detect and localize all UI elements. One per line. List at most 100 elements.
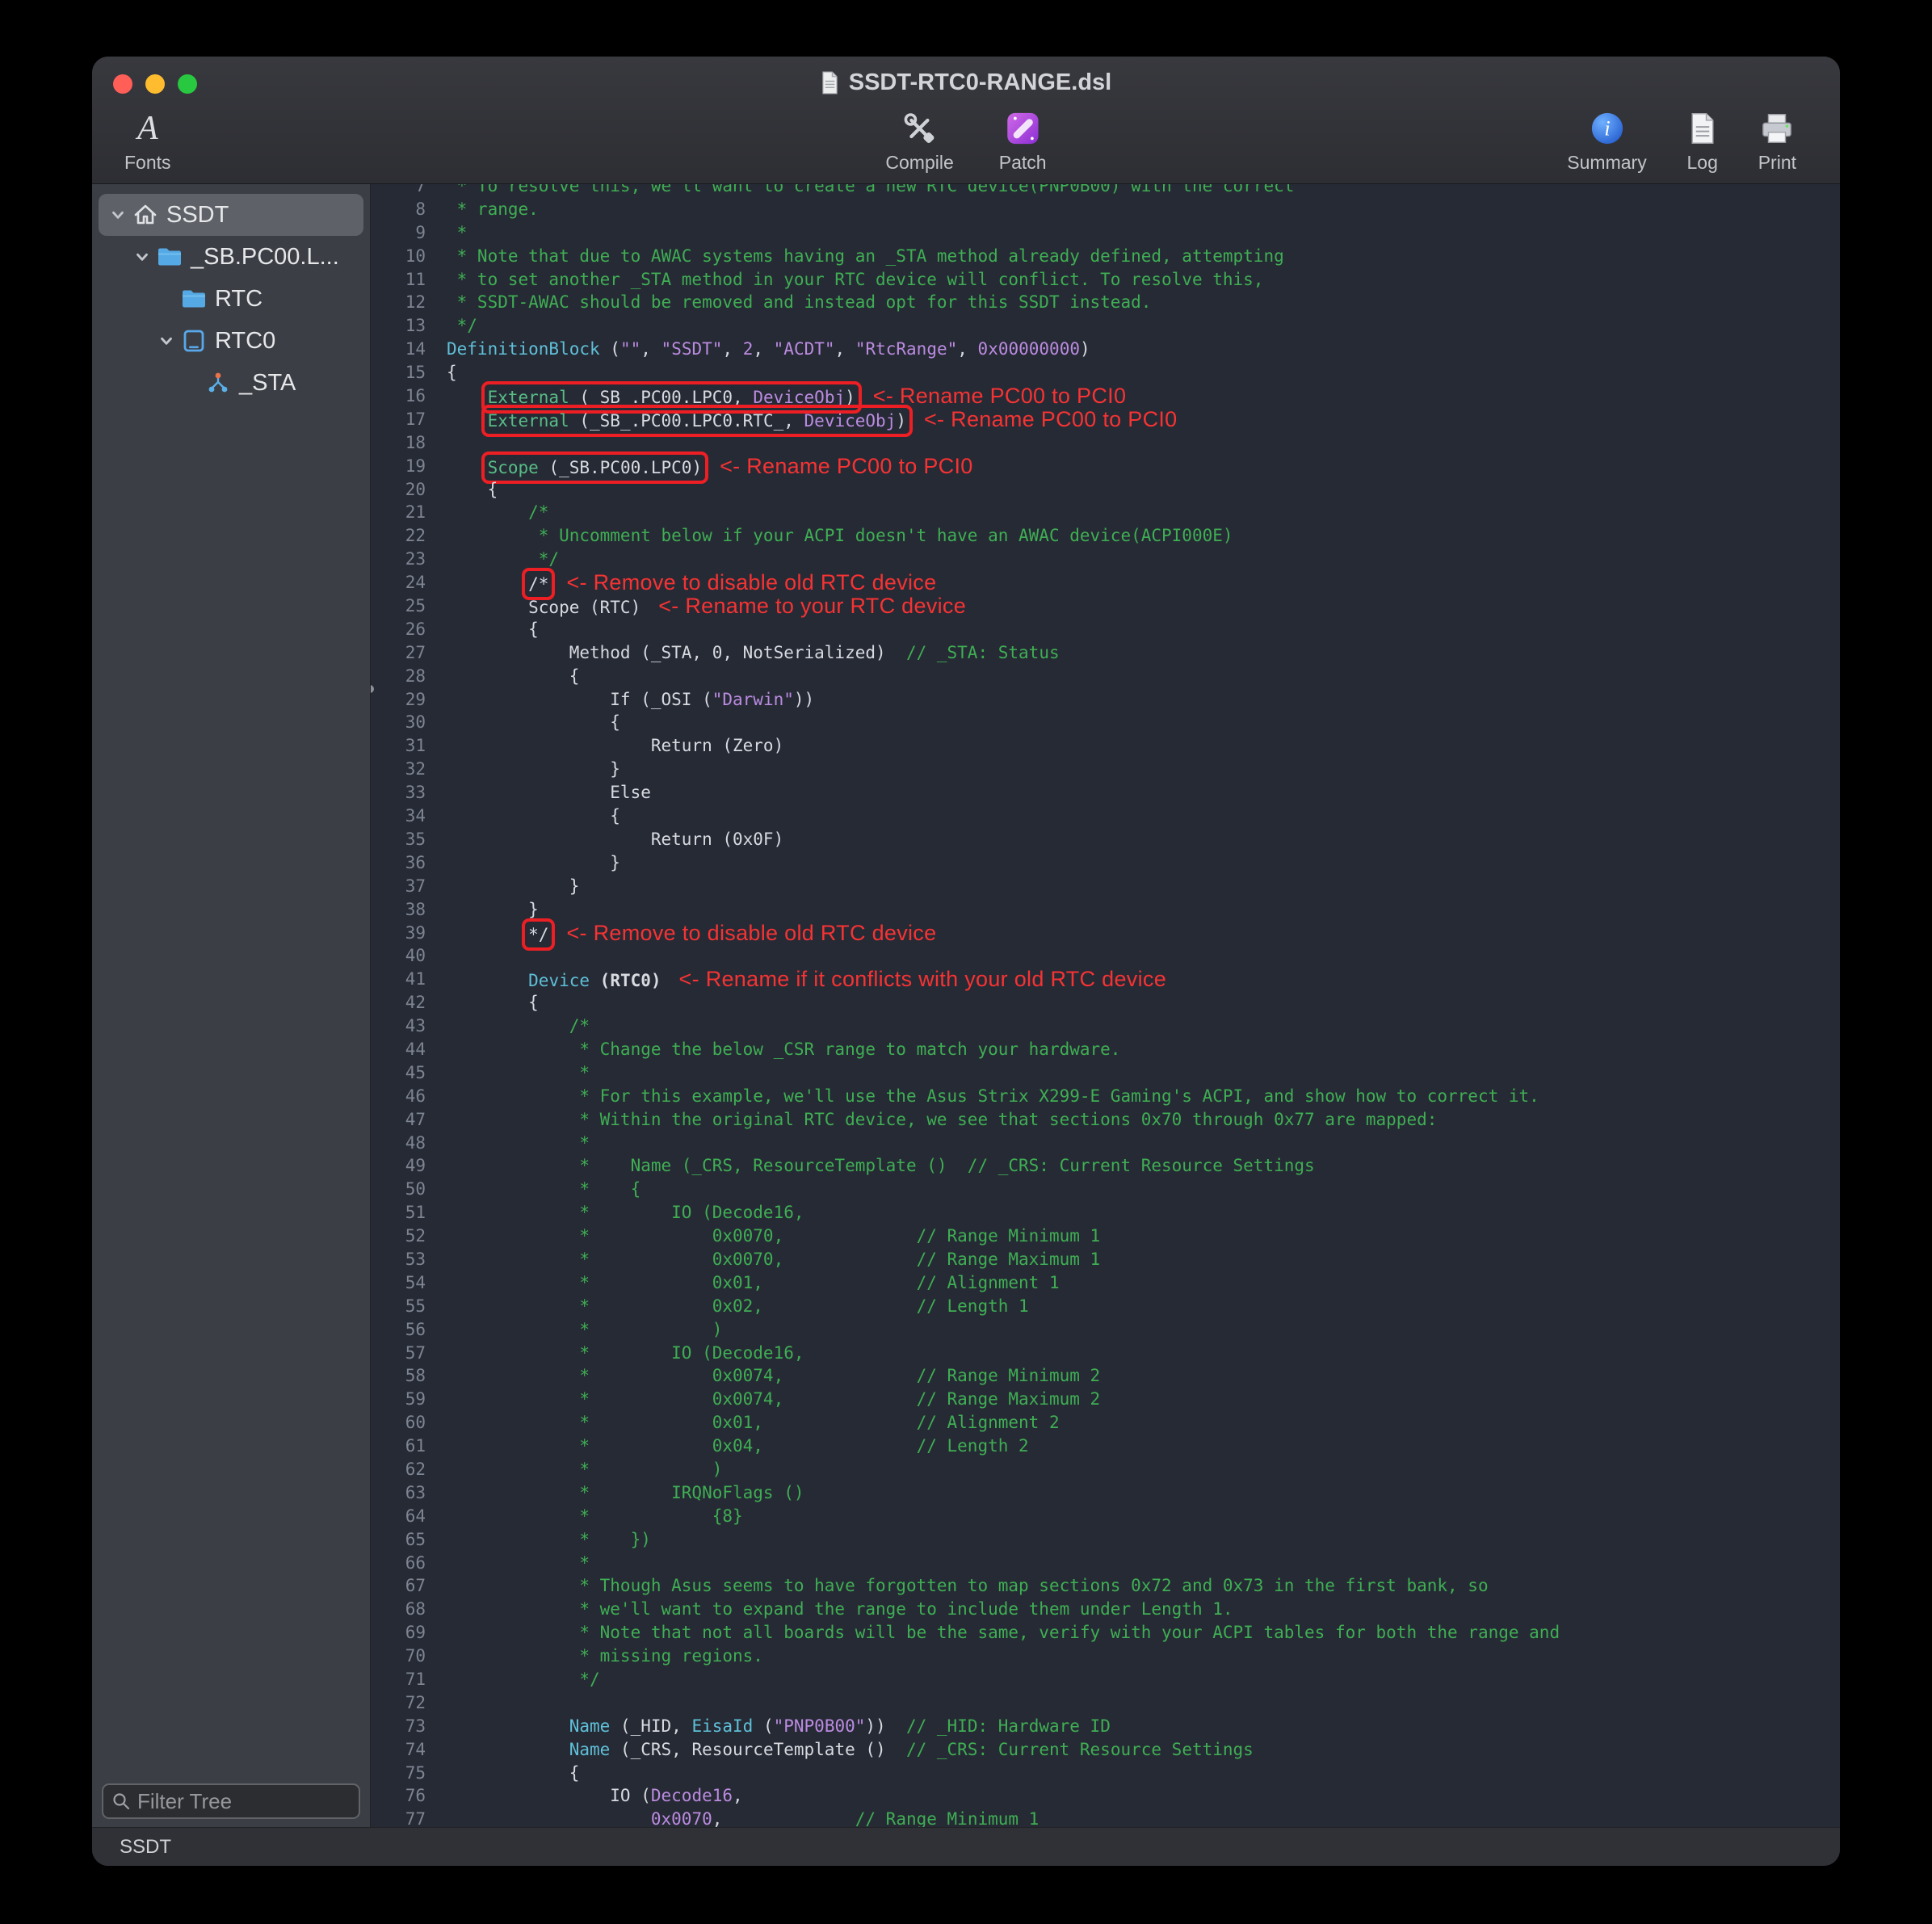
- code-editor[interactable]: 7 * To resolve this, we'll want to creat…: [371, 184, 1840, 1827]
- sidebar-item-sta[interactable]: _STA: [99, 362, 363, 404]
- code-line-text: * {: [435, 1178, 640, 1201]
- code-line-text: * For this example, we'll use the Asus S…: [435, 1085, 1539, 1108]
- code-line-59: 59 * 0x0074, // Range Maximum 2: [371, 1388, 1840, 1411]
- chevron-down-icon[interactable]: [107, 206, 129, 224]
- code-line-text: * ): [435, 1318, 722, 1342]
- code-line-text: */<- Remove to disable old RTC device: [435, 922, 936, 945]
- code-line-text: 0x0070, // Range Minimum 1: [435, 1808, 1039, 1827]
- code-line-text: * we'll want to expand the range to incl…: [435, 1598, 1233, 1621]
- line-number: 57: [371, 1342, 435, 1365]
- code-token: "PNP0B00": [774, 1716, 866, 1736]
- code-token: (_HID,: [610, 1716, 691, 1736]
- line-number: 52: [371, 1225, 435, 1248]
- code-line-65: 65 * }): [371, 1528, 1840, 1552]
- line-number: 16: [371, 384, 435, 408]
- code-line-text: {: [435, 361, 457, 384]
- code-line-70: 70 * missing regions.: [371, 1645, 1840, 1668]
- annotation-box: Scope (_SB.PC00.LPC0): [488, 458, 703, 477]
- line-number: 17: [371, 408, 435, 431]
- line-number: 35: [371, 828, 435, 851]
- code-token: // Range Minimum 1: [855, 1809, 1040, 1827]
- code-line-text: }: [435, 758, 620, 781]
- line-number: 67: [371, 1574, 435, 1598]
- annotation-box: /*: [528, 574, 548, 594]
- line-number: 26: [371, 618, 435, 641]
- sidebar-item-label: SSDT: [166, 202, 229, 229]
- code-line-text: {: [435, 618, 539, 641]
- code-line-11: 11 * to set another _STA method in your …: [371, 268, 1840, 292]
- code-token: ,: [733, 1786, 743, 1805]
- code-token: Scope (RTC): [447, 598, 640, 617]
- print-button[interactable]: Print: [1758, 108, 1796, 172]
- line-number: 49: [371, 1154, 435, 1178]
- summary-button[interactable]: i Summary: [1567, 108, 1646, 172]
- line-number: 24: [371, 571, 435, 594]
- code-line-text: *: [435, 1552, 590, 1575]
- compile-button[interactable]: Compile: [885, 108, 953, 172]
- line-number: 76: [371, 1784, 435, 1808]
- line-number: 7: [371, 184, 435, 198]
- code-token: {: [447, 620, 539, 639]
- chevron-down-icon[interactable]: [155, 332, 178, 350]
- sidebar-item-label: RTC: [215, 286, 262, 313]
- filter-tree-field: [102, 1783, 360, 1819]
- code-line-text: * }): [435, 1528, 651, 1552]
- code-token: )): [865, 1716, 906, 1736]
- code-token: [447, 574, 528, 594]
- code-token: {: [447, 1763, 579, 1783]
- sidebar-item-ssdt[interactable]: SSDT: [99, 194, 363, 236]
- log-button[interactable]: Log: [1686, 108, 1720, 172]
- code-line-28: 28 {: [371, 665, 1840, 688]
- code-line-text: * 0x04, // Length 2: [435, 1435, 1029, 1458]
- sidebar-item-rtc[interactable]: RTC: [99, 278, 363, 320]
- code-line-49: 49 * Name (_CRS, ResourceTemplate () // …: [371, 1154, 1840, 1178]
- filter-tree-input[interactable]: [137, 1789, 408, 1814]
- line-number: 29: [371, 688, 435, 712]
- code-token: * }): [447, 1530, 651, 1549]
- line-number: 74: [371, 1738, 435, 1762]
- code-token: [447, 1716, 569, 1736]
- line-number: 65: [371, 1528, 435, 1552]
- code-token: // _CRS: Current Resource Settings: [906, 1740, 1254, 1759]
- line-number: 14: [371, 338, 435, 361]
- code-token: [447, 458, 488, 477]
- code-line-26: 26 {: [371, 618, 1840, 641]
- fonts-button[interactable]: A Fonts: [124, 108, 171, 172]
- patch-button[interactable]: Patch: [999, 108, 1047, 172]
- code-token: [447, 388, 488, 407]
- folder-icon: [178, 285, 210, 313]
- line-number: 32: [371, 758, 435, 781]
- sidebar-item-sb-pc00-l[interactable]: _SB.PC00.L...: [99, 236, 363, 278]
- line-number: 58: [371, 1364, 435, 1388]
- code-token: IO (: [447, 1786, 651, 1805]
- code-token: * 0x0070, // Range Minimum 1: [447, 1226, 1100, 1246]
- line-number: 56: [371, 1318, 435, 1342]
- code-token: */: [528, 925, 548, 944]
- code-line-72: 72: [371, 1691, 1840, 1715]
- chevron-down-icon[interactable]: [131, 248, 153, 266]
- code-line-63: 63 * IRQNoFlags (): [371, 1481, 1840, 1505]
- code-line-9: 9 *: [371, 221, 1840, 245]
- code-token: ): [896, 411, 906, 431]
- code-token: *: [447, 1133, 590, 1153]
- line-number: 69: [371, 1621, 435, 1645]
- code-token: */: [447, 549, 559, 569]
- code-line-71: 71 */: [371, 1668, 1840, 1691]
- code-token: * IO (Decode16,: [447, 1343, 804, 1363]
- code-line-text: * Uncomment below if your ACPI doesn't h…: [435, 524, 1233, 548]
- code-line-text: Scope (_SB.PC00.LPC0)<- Rename PC00 to P…: [435, 455, 973, 478]
- code-line-67: 67 * Though Asus seems to have forgotten…: [371, 1574, 1840, 1598]
- line-number: 71: [371, 1668, 435, 1691]
- code-line-20: 20 {: [371, 478, 1840, 502]
- line-number: 8: [371, 198, 435, 221]
- code-token: * range.: [447, 200, 539, 219]
- code-line-text: Else: [435, 781, 651, 804]
- code-token: ,: [835, 339, 855, 359]
- line-number: 53: [371, 1248, 435, 1271]
- code-line-text: {: [435, 478, 498, 502]
- sidebar-item-rtc0[interactable]: RTC0: [99, 320, 363, 362]
- line-number: 73: [371, 1715, 435, 1738]
- code-line-text: * 0x01, // Alignment 2: [435, 1411, 1060, 1435]
- code-token: // _STA: Status: [906, 643, 1060, 662]
- code-line-text: /*: [435, 1015, 590, 1038]
